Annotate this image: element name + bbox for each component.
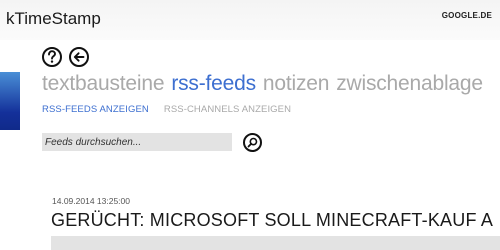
pivot-nav: textbausteine rss-feeds notizen zwischenabl… xyxy=(42,72,490,100)
feed-content-preview xyxy=(51,236,500,250)
pivot-item-zwischenablage[interactable]: zwischenablage xyxy=(336,72,483,95)
subnav-rss-channels-anzeigen[interactable]: RSS-CHANNELS ANZEIGEN xyxy=(164,104,291,115)
pivot-item-rss-feeds[interactable]: rss-feeds xyxy=(171,72,256,95)
app-title: kTimeStamp xyxy=(6,9,101,28)
subnav-rss-feeds-anzeigen[interactable]: RSS-FEEDS ANZEIGEN xyxy=(42,104,149,115)
help-circle-icon xyxy=(48,50,56,63)
search-button[interactable] xyxy=(243,133,262,152)
search-icon xyxy=(247,137,258,148)
sub-nav: RSS-FEEDS ANZEIGEN RSS-CHANNELS ANZEIGEN xyxy=(42,104,306,115)
back-button[interactable] xyxy=(69,47,89,67)
accent-bar xyxy=(0,72,20,130)
feed-date: 14.09.2014 13:25:00 xyxy=(52,196,130,206)
pivot-item-notizen[interactable]: notizen xyxy=(263,72,330,95)
title-bar: kTimeStamp GOOGLE.DE xyxy=(0,0,500,40)
pivot-item-textbausteine[interactable]: textbausteine xyxy=(42,72,165,95)
search-input[interactable] xyxy=(42,133,232,151)
site-link[interactable]: GOOGLE.DE xyxy=(442,11,492,20)
feed-title[interactable]: GERÜCHT: MICROSOFT SOLL MINECRAFT-KAUF A xyxy=(51,210,500,231)
help-button[interactable] xyxy=(42,47,62,67)
back-arrow-icon xyxy=(73,52,85,62)
